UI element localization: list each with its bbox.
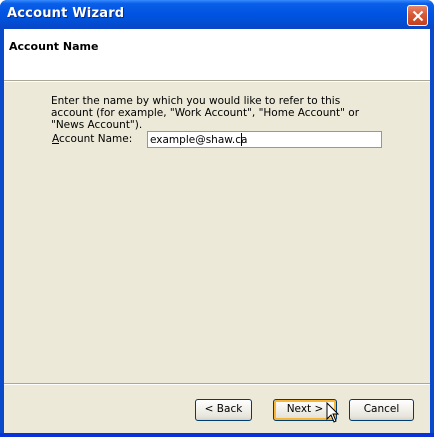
- account-name-input[interactable]: [147, 131, 382, 148]
- title-bar[interactable]: Account Wizard: [0, 0, 434, 29]
- wizard-client-area: Account Name Enter the name by which you…: [4, 29, 430, 433]
- back-button[interactable]: < Back: [195, 399, 252, 421]
- instruction-text: Enter the name by which you would like t…: [51, 95, 360, 131]
- close-icon: [412, 10, 424, 22]
- account-wizard-window: Account Wizard Account Name Enter the na…: [0, 0, 434, 437]
- footer-divider-highlight: [4, 384, 430, 385]
- account-name-label: Account Name:: [52, 133, 132, 145]
- window-bottom-border: [0, 433, 434, 437]
- account-name-label-accelerator: A: [52, 133, 59, 145]
- close-button[interactable]: [407, 5, 428, 26]
- header-divider-highlight: [4, 81, 430, 82]
- cancel-button[interactable]: Cancel: [349, 399, 414, 421]
- window-title: Account Wizard: [7, 6, 125, 21]
- account-name-label-text: ccount Name:: [59, 133, 133, 145]
- page-title: Account Name: [9, 40, 99, 53]
- text-caret: [241, 133, 242, 146]
- wizard-header: Account Name: [4, 29, 430, 80]
- mouse-pointer-icon: [326, 402, 340, 423]
